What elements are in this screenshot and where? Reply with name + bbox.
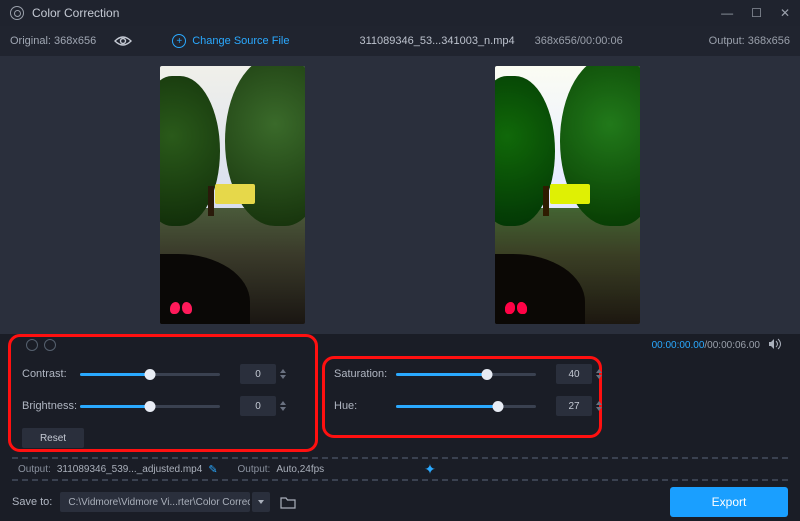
bottom-bar: Save to: C:\Vidmore\Vidmore Vi...rter\Co…: [0, 483, 800, 521]
original-dimensions-label: Original: 368x656: [10, 35, 96, 47]
minimize-icon[interactable]: —: [721, 6, 733, 20]
preview-toggle-icon[interactable]: [114, 35, 132, 47]
contrast-label: Contrast:: [22, 368, 80, 380]
brightness-label: Brightness:: [22, 400, 80, 412]
output-dimensions-label: Output: 368x656: [709, 35, 790, 47]
time-display: 00:00:00.00/00:00:06.00: [652, 340, 760, 351]
contrast-value-input[interactable]: 0: [240, 364, 276, 384]
hue-value-input[interactable]: 27: [556, 396, 592, 416]
close-icon[interactable]: ✕: [780, 6, 790, 20]
output-file-label: Output:: [18, 464, 51, 475]
source-filename: 311089346_53...341003_n.mp4: [359, 35, 514, 47]
change-source-label: Change Source File: [192, 35, 289, 47]
open-folder-icon[interactable]: [270, 496, 296, 509]
hue-row: Hue: 27: [334, 396, 602, 416]
change-source-button[interactable]: + Change Source File: [172, 34, 289, 48]
contrast-stepper[interactable]: [280, 369, 286, 379]
preview-area: [0, 56, 800, 334]
window-controls: — ☐ ✕: [721, 6, 790, 20]
contrast-row: Contrast: 0: [22, 364, 286, 384]
output-filename: 311089346_539..._adjusted.mp4: [57, 464, 203, 475]
lower-panel: 00:00:00.00/00:00:06.00 Contrast: 0 Brig…: [0, 334, 800, 521]
contrast-slider[interactable]: [80, 373, 220, 376]
app-logo-icon: [10, 6, 24, 20]
saturation-row: Saturation: 40: [334, 364, 602, 384]
brightness-slider[interactable]: [80, 405, 220, 408]
saturation-value-input[interactable]: 40: [556, 364, 592, 384]
wand-icon[interactable]: ✦: [424, 461, 436, 478]
edit-icon[interactable]: ✎: [208, 463, 217, 476]
plus-icon: +: [172, 34, 186, 48]
window-title: Color Correction: [32, 6, 119, 20]
saveto-label: Save to:: [12, 496, 52, 508]
export-button[interactable]: Export: [670, 487, 788, 517]
top-toolbar: Original: 368x656 + Change Source File 3…: [0, 26, 800, 56]
current-time: 00:00:00.00: [652, 340, 705, 351]
saturation-slider[interactable]: [396, 373, 536, 376]
reset-button[interactable]: Reset: [22, 428, 84, 448]
hue-stepper[interactable]: [596, 401, 602, 411]
titlebar: Color Correction — ☐ ✕: [0, 0, 800, 26]
output-settings-value: Auto,24fps: [276, 464, 324, 475]
saturation-stepper[interactable]: [596, 369, 602, 379]
brightness-value-input[interactable]: 0: [240, 396, 276, 416]
output-settings-label: Output:: [238, 464, 271, 475]
total-time: /00:00:06.00: [704, 340, 760, 351]
saveto-path-input[interactable]: C:\Vidmore\Vidmore Vi...rter\Color Corre…: [60, 492, 250, 512]
source-dimensions-duration: 368x656/00:00:06: [535, 35, 623, 47]
sliders-block: Contrast: 0 Brightness: 0 Saturation:: [10, 358, 790, 452]
speaker-icon[interactable]: [768, 338, 782, 353]
brightness-row: Brightness: 0: [22, 396, 286, 416]
preview-output: [495, 66, 640, 324]
hue-slider[interactable]: [396, 405, 536, 408]
preview-original: [160, 66, 305, 324]
brightness-stepper[interactable]: [280, 401, 286, 411]
maximize-icon[interactable]: ☐: [751, 6, 762, 20]
hue-label: Hue:: [334, 400, 396, 412]
output-settings-row: Output: 311089346_539..._adjusted.mp4 ✎ …: [12, 457, 788, 481]
saveto-dropdown[interactable]: [252, 492, 270, 512]
saturation-label: Saturation:: [334, 368, 396, 380]
